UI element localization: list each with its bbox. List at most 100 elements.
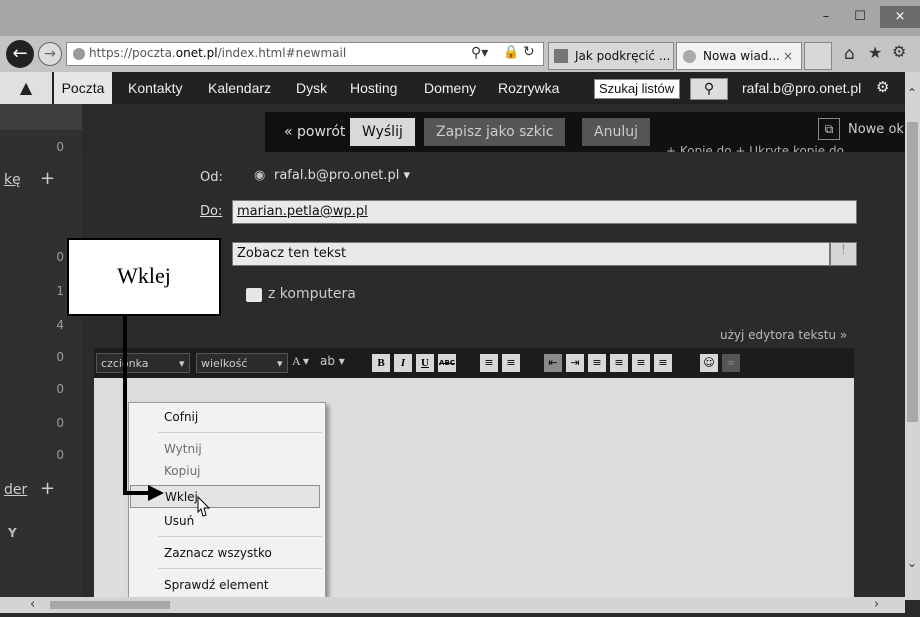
chevron-down-icon[interactable]: ⌄ [907,556,917,570]
chevron-right-icon[interactable]: › [874,597,879,612]
menu-separator [158,432,322,433]
cc-links[interactable]: + Kopie do + Ukryte kopie do [666,144,844,152]
back-button[interactable]: « powrót [272,118,357,146]
use-editor-link[interactable]: użyj edytora tekstu » [720,328,847,342]
tab-nowa-wiadomosc[interactable]: Nowa wiad... × [676,42,802,70]
size-select-value: wielkość [201,357,248,370]
star-icon[interactable]: ★ [868,43,882,62]
to-field[interactable]: marian.petla@wp.pl [232,200,857,224]
indent-icon[interactable]: ⇥ [566,354,584,372]
mail-search-input[interactable]: Szukaj listów [594,79,680,99]
home-icon[interactable]: ▲ [0,72,52,104]
folder-count: 0 [56,416,64,430]
folder-count: 0 [56,448,64,462]
menu-item-inspect[interactable]: Sprawdź element [130,574,320,596]
plus-icon[interactable]: + [40,168,55,189]
from-select[interactable]: rafal.b@pro.onet.pl ▾ [274,168,410,183]
mouse-cursor-icon [194,495,212,518]
refresh-icon[interactable]: ↻ [523,44,535,60]
nav-item-dysk[interactable]: Dysk [296,72,327,104]
highlight-icon[interactable]: ab ▾ [320,354,345,368]
strikethrough-button[interactable]: ABC [438,354,456,372]
globe-icon [73,48,85,60]
scrollbar-thumb[interactable] [50,601,170,609]
outdent-icon[interactable]: ⇤ [544,354,562,372]
tab-label: Jak podkręcić ... [575,49,671,63]
justify-icon[interactable]: ≡ [654,354,672,372]
home-icon[interactable]: ⌂ [844,44,855,64]
gear-icon[interactable]: ⚙ [876,72,889,104]
forward-arrow-icon[interactable]: → [38,42,62,66]
lock-icon: 🔒 [503,45,520,60]
close-tab-icon[interactable]: × [783,43,793,69]
folder-count: 4 [56,318,64,332]
folder-icon [246,288,262,302]
numbered-list-icon[interactable]: ≡ [480,354,498,372]
tab-jak-podkrecic[interactable]: Jak podkręcić ... [548,42,674,70]
italic-button[interactable]: I [394,354,412,372]
link-icon[interactable]: ∞ [722,354,740,372]
url-suffix: /index.html#newmail [217,46,347,60]
sidebar-link-add-folder-2[interactable]: der [4,482,27,498]
attach-from-computer[interactable]: z komputera [268,286,356,302]
folder-count: 1 [56,284,64,298]
sidebar-link-label: kę [4,172,21,188]
menu-separator [158,536,322,537]
chevron-left-icon[interactable]: ‹ [30,597,35,612]
new-window-icon[interactable]: ⧉ [818,118,840,140]
nav-item-kalendarz[interactable]: Kalendarz [208,72,271,104]
chevron-down-icon: ▾ [277,357,283,370]
subject-field[interactable]: Zobacz ten tekst [232,242,830,266]
vertical-scrollbar[interactable]: ⌃ ⌄ [905,72,920,600]
chevron-up-icon[interactable]: ⌃ [907,86,917,100]
emoticon-icon[interactable]: ☺ [700,354,718,372]
menu-item-delete[interactable]: Usuń [130,510,320,532]
url-domain: onet.pl [175,46,218,60]
search-icon[interactable]: ⚲▾ [471,45,488,61]
bullet-list-icon[interactable]: ≡ [502,354,520,372]
align-center-icon[interactable]: ≡ [610,354,628,372]
nav-item-domeny[interactable]: Domeny [424,72,476,104]
horizontal-scrollbar[interactable]: ‹ › [0,597,905,613]
nav-item-rozrywka[interactable]: Rozrywka [498,72,559,104]
underline-button[interactable]: U [416,354,434,372]
nav-item-poczta[interactable]: Poczta [54,72,112,104]
priority-icon[interactable]: ! [830,242,857,266]
menu-item-undo[interactable]: Cofnij [130,406,320,428]
save-draft-button[interactable]: Zapisz jako szkic [424,118,566,146]
callout-box: Wklej [67,238,221,316]
maximize-button[interactable]: ☐ [846,6,874,28]
to-label[interactable]: Do: [200,204,222,219]
back-arrow-icon[interactable]: ← [6,40,34,68]
sidebar-link-add-folder[interactable]: kę [4,172,21,188]
menu-item-paste[interactable]: Wklej [130,485,320,508]
menu-item-copy[interactable]: Kopiuj [130,460,320,482]
address-bar[interactable]: https://poczta.onet.pl/index.html#newmai… [66,42,544,66]
font-select-value: czcionka [101,357,149,370]
align-right-icon[interactable]: ≡ [632,354,650,372]
menu-item-cut[interactable]: Wytnij [130,438,320,460]
new-tab-button[interactable] [804,42,832,70]
new-window-link[interactable]: Nowe ok [848,122,904,137]
gear-icon[interactable]: ⚙ [892,42,906,61]
font-color-icon[interactable]: A ▾ [292,354,309,369]
align-left-icon[interactable]: ≡ [588,354,606,372]
scrollbar-thumb[interactable] [907,122,918,422]
bold-button[interactable]: B [372,354,390,372]
folder-count: 0 [56,250,64,264]
close-window-button[interactable]: × [880,6,920,28]
from-value: rafal.b@pro.onet.pl [274,168,400,183]
plus-icon[interactable]: + [40,478,55,499]
search-icon[interactable]: ⚲ [690,78,728,100]
nav-item-hosting[interactable]: Hosting [350,72,397,104]
folder-count: 0 [56,350,64,364]
size-select[interactable]: wielkość ▾ [196,353,288,373]
account-menu[interactable]: rafal.b@pro.onet.pl [742,72,861,104]
user-icon: ◉ [254,168,266,183]
menu-item-select-all[interactable]: Zaznacz wszystko [130,542,320,564]
send-button[interactable]: Wyślij [350,118,415,146]
cancel-button[interactable]: Anuluj [582,118,650,146]
nav-item-kontakty[interactable]: Kontakty [128,72,182,104]
font-select[interactable]: czcionka ▾ [96,353,190,373]
minimize-button[interactable]: – [812,6,840,28]
